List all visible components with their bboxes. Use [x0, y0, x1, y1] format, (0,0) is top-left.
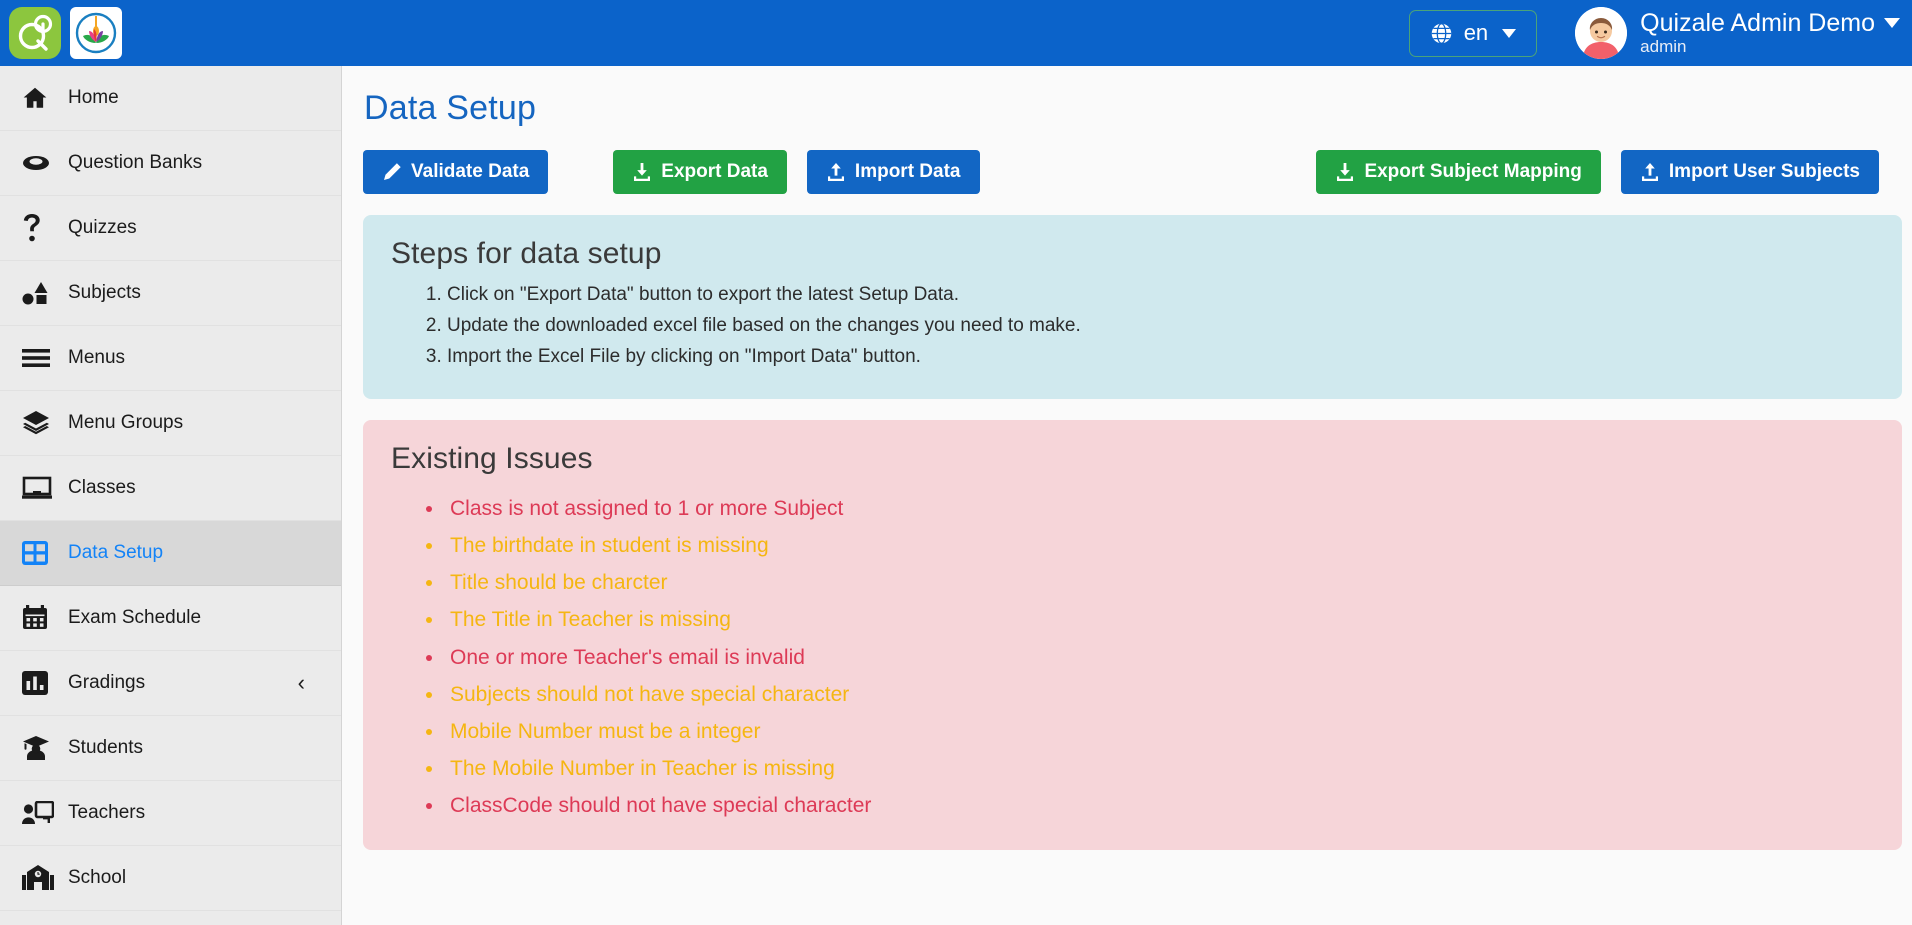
- page-title: Data Setup: [364, 89, 1879, 128]
- database-icon: [22, 148, 56, 178]
- monitor-icon: [22, 473, 56, 503]
- sidebar-item-data-setup[interactable]: Data Setup: [0, 521, 341, 586]
- user-identity: Quizale Admin Demo admin: [1640, 9, 1900, 56]
- download-icon: [632, 162, 652, 182]
- issue-item: The Title in Teacher is missing: [445, 601, 1874, 638]
- question-mark-icon: [22, 213, 56, 243]
- steps-list: Click on "Export Data" button to export …: [447, 280, 1874, 373]
- sidebar-item-label: Menus: [68, 347, 125, 369]
- sidebar-item-subjects[interactable]: Subjects: [0, 261, 341, 326]
- import-user-subjects-button[interactable]: Import User Subjects: [1621, 150, 1879, 194]
- issue-item: Subjects should not have special charact…: [445, 676, 1874, 713]
- user-name-row: Quizale Admin Demo: [1640, 9, 1900, 37]
- top-navigation-bar: en Quizale Admin Demo: [0, 0, 1912, 66]
- steps-panel: Steps for data setup Click on "Export Da…: [363, 215, 1902, 399]
- table-grid-icon: [22, 538, 56, 568]
- export-subject-mapping-button[interactable]: Export Subject Mapping: [1316, 150, 1600, 194]
- sidebar-item-home[interactable]: Home: [0, 66, 341, 131]
- step-item: Update the downloaded excel file based o…: [447, 311, 1874, 342]
- sidebar-item-label: Classes: [68, 477, 136, 499]
- upload-icon: [1640, 162, 1660, 182]
- topbar-right-controls: en Quizale Admin Demo: [1409, 0, 1912, 66]
- sidebar-item-label: Home: [68, 87, 119, 109]
- issue-item: One or more Teacher's email is invalid: [445, 639, 1874, 676]
- chevron-left-icon[interactable]: ‹: [298, 672, 305, 694]
- chevron-down-icon: [1502, 29, 1516, 38]
- sidebar-item-label: Question Banks: [68, 152, 202, 174]
- teacher-board-icon: [22, 798, 56, 828]
- import-data-button[interactable]: Import Data: [807, 150, 980, 194]
- sidebar-item-label: Students: [68, 737, 143, 759]
- language-label: en: [1464, 20, 1488, 46]
- steps-panel-title: Steps for data setup: [391, 237, 1874, 271]
- quizale-logo[interactable]: [9, 7, 61, 59]
- pencil-icon: [382, 162, 402, 182]
- sidebar-item-label: School: [68, 867, 126, 889]
- sidebar-item-label: Teachers: [68, 802, 145, 824]
- brand-logos: [0, 7, 122, 59]
- validate-data-label: Validate Data: [411, 161, 529, 183]
- issue-item: The birthdate in student is missing: [445, 527, 1874, 564]
- bar-chart-icon: [22, 668, 56, 698]
- sidebar-item-label: Gradings: [68, 672, 145, 694]
- upload-icon: [826, 162, 846, 182]
- avatar: [1575, 7, 1627, 59]
- download-icon: [1335, 162, 1355, 182]
- sidebar-item-menu-groups[interactable]: Menu Groups: [0, 391, 341, 456]
- sidebar-item-label: Menu Groups: [68, 412, 183, 434]
- user-name: Quizale Admin Demo: [1640, 9, 1875, 37]
- export-data-button[interactable]: Export Data: [613, 150, 787, 194]
- globe-icon: [1430, 22, 1453, 45]
- issues-panel: Existing Issues Class is not assigned to…: [363, 420, 1902, 850]
- layers-icon: [22, 408, 56, 438]
- issue-item: Mobile Number must be a integer: [445, 713, 1874, 750]
- export-subject-mapping-label: Export Subject Mapping: [1364, 161, 1581, 183]
- main-content: Data Setup Validate Data Export Data: [343, 66, 1912, 925]
- sidebar-item-exam-schedule[interactable]: Exam Schedule: [0, 586, 341, 651]
- sidebar-item-question-banks[interactable]: Question Banks: [0, 131, 341, 196]
- export-data-label: Export Data: [661, 161, 768, 183]
- sidebar-item-quizzes[interactable]: Quizzes: [0, 196, 341, 261]
- chevron-down-icon: [1884, 18, 1900, 28]
- sidebar-item-students[interactable]: Students: [0, 716, 341, 781]
- shapes-icon: [22, 278, 56, 308]
- sidebar-item-label: Subjects: [68, 282, 141, 304]
- sidebar-item-teachers[interactable]: Teachers: [0, 781, 341, 846]
- sidebar-navigation: Home Question Banks Quizzes Subj: [0, 66, 342, 925]
- sidebar-item-label: Exam Schedule: [68, 607, 201, 629]
- language-selector[interactable]: en: [1409, 10, 1537, 57]
- calendar-icon: [22, 603, 56, 633]
- validate-data-button[interactable]: Validate Data: [363, 150, 548, 194]
- step-item: Import the Excel File by clicking on "Im…: [447, 342, 1874, 373]
- issue-item: ClassCode should not have special charac…: [445, 787, 1874, 824]
- sidebar-item-gradings[interactable]: Gradings ‹: [0, 651, 341, 716]
- action-toolbar: Validate Data Export Data Import Data: [363, 150, 1879, 194]
- school-icon: [22, 863, 56, 893]
- sidebar-item-menus[interactable]: Menus: [0, 326, 341, 391]
- user-menu[interactable]: Quizale Admin Demo admin: [1575, 7, 1900, 59]
- sidebar-item-label: Quizzes: [68, 217, 137, 239]
- import-user-subjects-label: Import User Subjects: [1669, 161, 1860, 183]
- step-item: Click on "Export Data" button to export …: [447, 280, 1874, 311]
- sidebar-item-classes[interactable]: Classes: [0, 456, 341, 521]
- issue-item: Title should be charcter: [445, 564, 1874, 601]
- school-crest-logo[interactable]: [70, 7, 122, 59]
- sidebar-item-label: Data Setup: [68, 542, 163, 564]
- sidebar-item-school[interactable]: School: [0, 846, 341, 911]
- issues-list: Class is not assigned to 1 or more Subje…: [445, 490, 1874, 824]
- issue-item: Class is not assigned to 1 or more Subje…: [445, 490, 1874, 527]
- user-role: admin: [1640, 37, 1900, 56]
- import-data-label: Import Data: [855, 161, 961, 183]
- hamburger-icon: [22, 343, 56, 373]
- issue-item: The Mobile Number in Teacher is missing: [445, 750, 1874, 787]
- issues-panel-title: Existing Issues: [391, 442, 1874, 476]
- home-icon: [22, 83, 56, 113]
- graduate-icon: [22, 733, 56, 763]
